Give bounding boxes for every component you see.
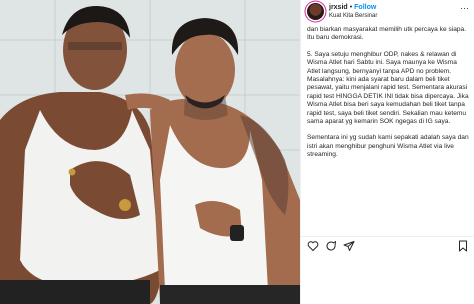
instagram-post-frame: jrxsid • Follow Kuat Kita Bersinar ··· dan…: [0, 0, 474, 304]
bookmark-icon[interactable]: [457, 240, 469, 252]
caption-paragraph: 5. Saya setuju menghibur ODP, nakes & re…: [307, 50, 469, 126]
username-link[interactable]: jrxsid: [329, 4, 348, 11]
profile-avatar[interactable]: [307, 3, 324, 20]
user-line: jrxsid • Follow: [329, 3, 376, 12]
follow-button[interactable]: Follow: [354, 4, 376, 11]
post-side-panel: jrxsid • Follow Kuat Kita Bersinar ··· dan…: [300, 0, 474, 304]
post-photo[interactable]: [0, 0, 300, 304]
caption-paragraph: dan biarkan masyarakat memilih utk perca…: [307, 26, 467, 42]
location-link[interactable]: Kuat Kita Bersinar: [329, 12, 377, 20]
paper-plane-icon[interactable]: [343, 240, 355, 252]
comment-icon[interactable]: [325, 240, 337, 252]
caption-paragraph: Sementara ini yg sudah kami sepakati ada…: [307, 134, 469, 159]
post-action-bar: [301, 236, 474, 255]
separator-dot: •: [349, 4, 353, 11]
more-options-icon[interactable]: ···: [460, 4, 469, 13]
post-header: jrxsid • Follow Kuat Kita Bersinar ···: [301, 0, 474, 24]
post-caption: dan biarkan masyarakat memilih utk perca…: [307, 26, 469, 234]
heart-icon[interactable]: [307, 240, 319, 252]
